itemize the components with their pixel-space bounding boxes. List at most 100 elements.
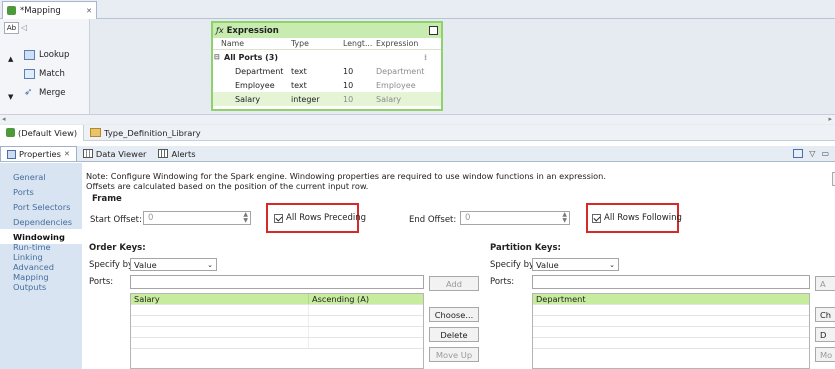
palette-item-match[interactable]: Match [24,67,65,81]
table-row [533,327,809,338]
start-offset-field[interactable]: 0 ▲ ▼ [143,211,251,225]
partition-specify-by-select[interactable]: Value ⌄ [532,258,619,271]
table-row[interactable]: Department [533,294,809,305]
port-length: 10 [343,80,354,90]
partition-ports-input[interactable] [532,275,810,289]
all-rows-preceding-checkbox[interactable]: All Rows Preceding [274,213,366,223]
expression-icon: ƒx [216,26,224,35]
nav-item-ports[interactable]: Ports [0,184,82,199]
table-row[interactable]: Salary Ascending (A) [131,294,423,305]
default-view-icon [6,128,15,137]
windowing-note: Note: Configure Windowing for the Spark … [86,171,831,191]
canvas-hscrollbar[interactable]: ◂ ▸ [0,114,835,124]
choose-order-button[interactable]: Choose... [429,307,479,322]
delete-partition-button[interactable]: D [815,327,835,342]
add-button-label: Add [445,278,463,289]
scroll-up-icon[interactable]: ▲ [8,55,13,63]
partition-ports-label: Ports: [490,277,515,287]
col-name: Name [221,39,245,48]
chevron-down-icon: ⌄ [609,260,615,269]
order-specify-by-label: Specify by: [89,260,136,270]
port-expression: Salary [376,94,402,104]
order-ports-input[interactable] [130,275,424,289]
all-rows-following-label: All Rows Following [604,213,682,223]
port-columns: Name Type Lengt... Expression [213,38,441,50]
delete-partial-label: D [820,329,827,340]
minimize-icon[interactable] [429,26,438,35]
tab-default-view-label: (Default View) [18,127,78,138]
palette-item-label: Lookup [39,50,70,60]
port-group-row[interactable]: ⊟ All Ports (3) ⁞ [213,50,441,64]
end-offset-field[interactable]: 0 ▲ ▼ [460,211,570,225]
checkbox-icon[interactable] [592,213,601,223]
nav-item-runtime-linking[interactable]: Run-time Linking [0,242,82,262]
table-row [533,338,809,349]
note-line-2: Offsets are calculated based on the posi… [86,181,369,191]
checkbox-icon[interactable] [274,213,283,223]
mapping-tab[interactable]: *Mapping ✕ [2,1,97,19]
end-offset-value: 0 [465,213,471,223]
scroll-left-icon[interactable]: ◂ [2,115,6,123]
start-offset-value: 0 [148,213,154,223]
view-tabs: (Default View) Type_Definition_Library [0,124,835,141]
port-row-department[interactable]: Department text 10 Department [213,64,441,78]
order-keys-table[interactable]: Salary Ascending (A) [130,293,424,369]
add-partition-key-button[interactable]: A [815,276,835,291]
table-row [533,316,809,327]
tab-default-view[interactable]: (Default View) [0,124,85,141]
tab-data-viewer-label: Data Viewer [95,148,147,159]
expression-header[interactable]: ƒx Expression [213,23,441,38]
collapse-icon[interactable]: ◁ [21,22,30,34]
tab-alerts[interactable]: Alerts [152,146,201,161]
port-type: integer [291,94,320,104]
add-order-key-button[interactable]: Add [429,276,479,291]
choose-button-label: Choose... [434,309,474,320]
tab-properties[interactable]: Properties ✕ [0,146,77,161]
tab-data-viewer[interactable]: Data Viewer [77,146,153,161]
start-offset-label: Start Offset: [90,215,142,225]
move-up-button[interactable]: Move Up [429,347,479,362]
all-rows-following-checkbox[interactable]: All Rows Following [592,213,682,223]
delete-order-button[interactable]: Delete [429,327,479,342]
order-specify-by-select[interactable]: Value ⌄ [130,258,217,271]
close-icon[interactable]: ✕ [64,150,70,158]
nav-item-port-selectors[interactable]: Port Selectors [0,199,82,214]
nav-item-dependencies[interactable]: Dependencies [0,214,82,229]
port-type: text [291,80,307,90]
nav-item-general[interactable]: General [0,169,82,184]
partition-key-port: Department [536,294,586,304]
palette-item-label: Merge [39,88,66,98]
port-row-employee[interactable]: Employee text 10 Employee [213,78,441,92]
palette-item-merge[interactable]: ➶ Merge [24,86,66,100]
match-icon [24,69,35,79]
port-name: Department [235,66,284,76]
nav-item-mapping-outputs[interactable]: Mapping Outputs [0,272,82,292]
table-row [131,316,423,327]
view-menu-icon[interactable]: ▽ [809,149,815,158]
order-specify-by-value: Value [134,259,157,270]
expand-icon[interactable]: ⊟ [213,53,222,61]
palette-view-icon[interactable]: Ab [4,22,19,34]
scroll-right-icon[interactable]: ▸ [828,115,832,123]
minimize-icon[interactable]: ▭ [821,149,829,158]
table-row [131,305,423,316]
move-partition-button[interactable]: Mo [815,347,835,362]
palette-item-label: Match [39,69,65,79]
scroll-down-icon[interactable]: ▼ [8,93,13,101]
end-offset-label: End Offset: [409,215,457,225]
spinner-icon[interactable]: ▲ ▼ [562,212,567,224]
partition-specify-by-value: Value [536,259,559,270]
spinner-icon[interactable]: ▲ ▼ [243,212,248,224]
port-length: 10 [343,94,354,104]
port-row-salary[interactable]: Salary integer 10 Salary [213,92,441,106]
all-rows-preceding-label: All Rows Preceding [286,213,367,223]
port-type: text [291,66,307,76]
expression-transformation[interactable]: ƒx Expression Name Type Lengt... Express… [211,21,443,111]
table-row [533,305,809,316]
partition-keys-table[interactable]: Department [532,293,810,369]
palette-item-lookup[interactable]: Lookup [24,48,69,62]
tab-type-definition-library[interactable]: Type_Definition_Library [84,125,207,141]
open-view-icon[interactable] [793,149,804,158]
choose-partition-button[interactable]: Ch [815,307,835,322]
close-icon[interactable]: ✕ [86,7,92,15]
